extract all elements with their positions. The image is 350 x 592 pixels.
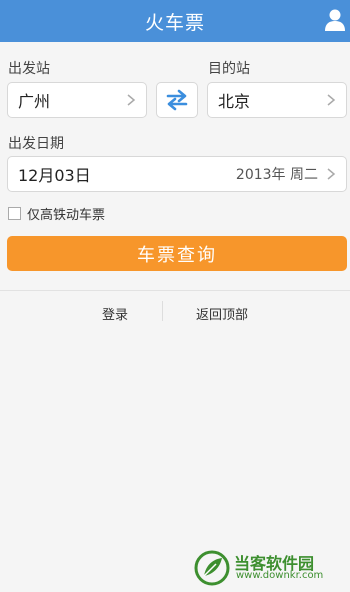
divider: [0, 290, 350, 291]
app-header: 火车票: [0, 0, 350, 42]
from-station-label: 出发站: [8, 61, 50, 77]
to-station-field[interactable]: 北京: [207, 82, 347, 118]
chevron-right-icon: [327, 168, 336, 180]
from-station-field[interactable]: 广州: [7, 82, 147, 118]
from-station-value: 广州: [18, 92, 51, 111]
high-speed-checkbox[interactable]: [8, 207, 21, 220]
footer-divider: [162, 301, 163, 321]
watermark-logo: 当客软件园 www.downkr.com: [194, 548, 344, 588]
chevron-right-icon: [327, 94, 336, 106]
page-title: 火车票: [144, 11, 205, 34]
departure-date-value: 12月03日: [18, 166, 91, 185]
swap-arrows-icon: [166, 89, 188, 111]
watermark-leaf-icon: [194, 550, 230, 586]
login-link[interactable]: 登录: [102, 304, 128, 323]
chevron-right-icon: [127, 94, 136, 106]
high-speed-filter[interactable]: 仅高铁动车票: [8, 204, 105, 223]
departure-date-detail: 2013年 周二: [235, 167, 318, 183]
high-speed-checkbox-label: 仅高铁动车票: [27, 208, 106, 223]
watermark-url: www.downkr.com: [236, 570, 324, 581]
to-station-label: 目的站: [208, 61, 250, 77]
search-tickets-button[interactable]: 车票查询: [7, 236, 347, 271]
swap-stations-button[interactable]: [156, 82, 198, 118]
user-icon[interactable]: [324, 8, 346, 32]
back-to-top-link[interactable]: 返回顶部: [196, 304, 248, 323]
to-station-value: 北京: [218, 92, 251, 111]
departure-date-label: 出发日期: [8, 136, 64, 152]
departure-date-field[interactable]: 12月03日 2013年 周二: [7, 156, 347, 192]
